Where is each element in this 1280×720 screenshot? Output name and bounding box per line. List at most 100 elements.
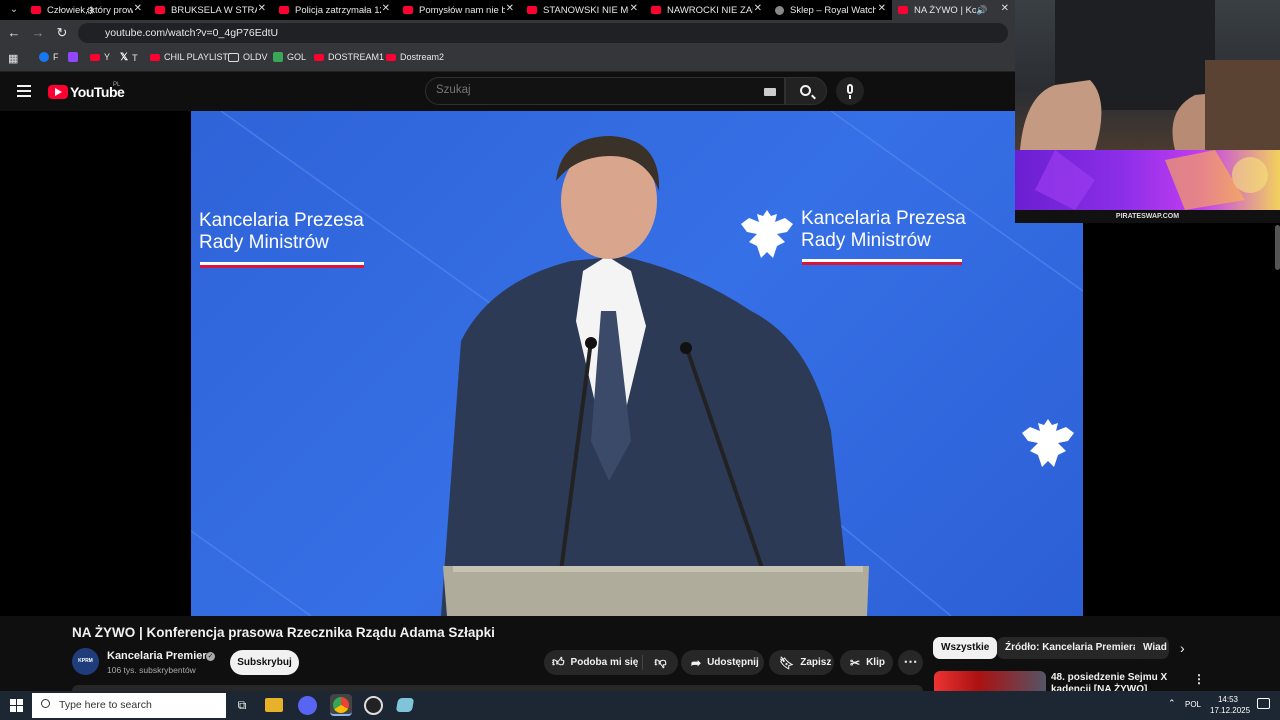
chrome-icon[interactable]: [330, 694, 352, 716]
windows-taskbar: [0, 691, 1280, 720]
subscriber-count: 106 tys. subskrybentów: [107, 665, 196, 675]
youtube-icon: [403, 6, 413, 14]
browser-tab[interactable]: STANOWSKI NIE MO ✕: [521, 0, 644, 20]
search-icon: [41, 699, 50, 708]
youtube-icon: [279, 6, 289, 14]
scissors-icon: ✂: [850, 655, 861, 670]
bookmark-item[interactable]: DOSTREAM1: [314, 52, 384, 62]
search-icon: [800, 85, 811, 96]
bookmark-item[interactable]: 𝕏T: [120, 52, 138, 63]
g-icon: [273, 52, 283, 62]
verified-check-icon: ✓: [206, 652, 215, 661]
close-icon[interactable]: ✕: [134, 3, 142, 14]
save-button[interactable]: 🔖︎ Zapisz: [769, 650, 834, 675]
share-button[interactable]: ➦ Udostępnij: [681, 650, 764, 675]
sponsor-url: PIRATESWAP.COM: [1015, 210, 1280, 223]
twitch-icon: [68, 52, 78, 62]
search-input[interactable]: [436, 84, 736, 96]
close-icon[interactable]: ✕: [878, 3, 886, 14]
taskbar-search-placeholder[interactable]: Type here to search: [59, 699, 152, 711]
folder-icon: [228, 52, 239, 62]
menu-icon[interactable]: [17, 85, 31, 97]
youtube-icon: [898, 6, 908, 14]
browser-tab[interactable]: Sklep – Royal Watch ✕: [769, 0, 892, 20]
clock[interactable]: 14:53 17.12.2025: [1210, 694, 1250, 716]
browser-tab[interactable]: Policja zatrzymała 12 ✕: [273, 0, 396, 20]
thumbs-down-icon: 👎︎: [654, 655, 667, 669]
speaker-icon[interactable]: 🔊: [976, 5, 987, 16]
url-text[interactable]: youtube.com/watch?v=0_4gP76EdtU: [105, 27, 278, 39]
bookmark-item[interactable]: Dostream2: [386, 52, 444, 62]
chevron-right-icon[interactable]: ›: [1180, 640, 1185, 656]
back-arrow-icon[interactable]: ←: [6, 25, 22, 41]
like-button[interactable]: 👍︎ Podoba mi się: [544, 650, 642, 675]
sponsor-banner: [1015, 150, 1280, 210]
discord-icon[interactable]: [298, 696, 317, 715]
streamer-webcam-overlay: [1015, 0, 1280, 150]
country-code: PL: [113, 82, 121, 88]
close-icon[interactable]: ✕: [506, 3, 514, 14]
close-icon[interactable]: ✕: [258, 3, 266, 14]
apps-grid-icon[interactable]: ▦: [8, 52, 18, 65]
close-icon[interactable]: ✕: [754, 3, 762, 14]
language-indicator[interactable]: POL: [1185, 700, 1201, 709]
reload-icon[interactable]: ↻: [54, 25, 70, 41]
thumbs-up-icon: 👍︎: [552, 655, 565, 669]
forward-arrow-icon[interactable]: →: [30, 25, 46, 41]
close-icon[interactable]: ✕: [1001, 3, 1009, 14]
youtube-icon: [155, 6, 165, 14]
keyboard-icon[interactable]: [764, 88, 776, 96]
notification-icon[interactable]: [1257, 698, 1270, 709]
close-icon[interactable]: ✕: [630, 3, 638, 14]
browser-tab-active[interactable]: NA ŻYWO | Konfe🔊✕: [892, 0, 1015, 20]
bookmark-item[interactable]: GOL: [273, 52, 306, 62]
tray-chevron-up-icon[interactable]: ⌃: [1168, 698, 1176, 709]
browser-tab[interactable]: Pomysłów nam nie b ✕: [397, 0, 520, 20]
page-scrollbar[interactable]: [1275, 225, 1280, 270]
chip-source[interactable]: Źródło: Kancelaria Premiera: [997, 637, 1147, 659]
channel-avatar[interactable]: KPRM: [72, 648, 99, 675]
youtube-icon: [314, 53, 324, 61]
bookmarks-bar: ▦ F Y 𝕏T CHIL PLAYLIST OLDV GOL DOSTREAM…: [0, 46, 1015, 72]
x-icon: 𝕏: [120, 52, 129, 63]
tab-search-chevron-icon[interactable]: ⌄: [4, 2, 24, 18]
chip-all[interactable]: Wszystkie: [933, 637, 998, 659]
chip-news[interactable]: Wiad: [1135, 637, 1169, 659]
webcam-figure: [1020, 0, 1280, 150]
task-view-icon[interactable]: ⧉: [231, 694, 253, 716]
bookmark-folder[interactable]: OLDV: [228, 52, 268, 62]
file-explorer-icon[interactable]: [265, 698, 283, 712]
microphone-icon: [847, 84, 853, 94]
notepad-icon[interactable]: [395, 698, 415, 712]
windows-start-icon[interactable]: [10, 699, 23, 712]
close-icon[interactable]: ✕: [382, 3, 390, 14]
globe-icon: [775, 5, 784, 15]
youtube-logo-icon[interactable]: [48, 85, 68, 99]
kebab-menu-icon[interactable]: ⋮: [1193, 672, 1205, 686]
bookmark-item[interactable]: CHIL PLAYLIST: [150, 52, 228, 62]
youtube-icon: [31, 6, 41, 14]
bookmark-item[interactable]: Y: [90, 52, 110, 62]
youtube-icon: [90, 53, 100, 61]
channel-name[interactable]: Kancelaria Premiera: [107, 650, 213, 662]
share-arrow-icon: ➦: [691, 655, 702, 670]
dislike-button[interactable]: 👎︎: [643, 650, 678, 675]
facebook-icon: [39, 52, 49, 62]
site-info-icon[interactable]: ⚙: [86, 6, 95, 17]
clip-button[interactable]: ✂ Klip: [840, 650, 893, 675]
bookmark-item[interactable]: F: [39, 52, 59, 62]
like-dislike-group: 👍︎ Podoba mi się 👎︎: [544, 650, 678, 675]
obs-icon[interactable]: [364, 696, 383, 715]
voice-search-button[interactable]: [836, 77, 864, 105]
subscribe-button[interactable]: Subskrybuj: [230, 650, 299, 675]
bookmark-icon: 🔖︎: [779, 655, 795, 670]
search-button[interactable]: [785, 77, 827, 105]
youtube-icon: [386, 53, 396, 61]
youtube-icon: [150, 53, 160, 61]
bookmark-item[interactable]: [68, 52, 82, 62]
browser-tab[interactable]: BRUKSELA W STRACH✕: [149, 0, 272, 20]
more-actions-icon[interactable]: ⋯: [898, 650, 923, 675]
video-player[interactable]: Kancelaria Prezesa Rady Ministrów Kancel…: [191, 111, 1083, 616]
browser-tab[interactable]: NAWROCKI NIE ZAP ✕: [645, 0, 768, 20]
speaker-figure: [441, 136, 869, 616]
